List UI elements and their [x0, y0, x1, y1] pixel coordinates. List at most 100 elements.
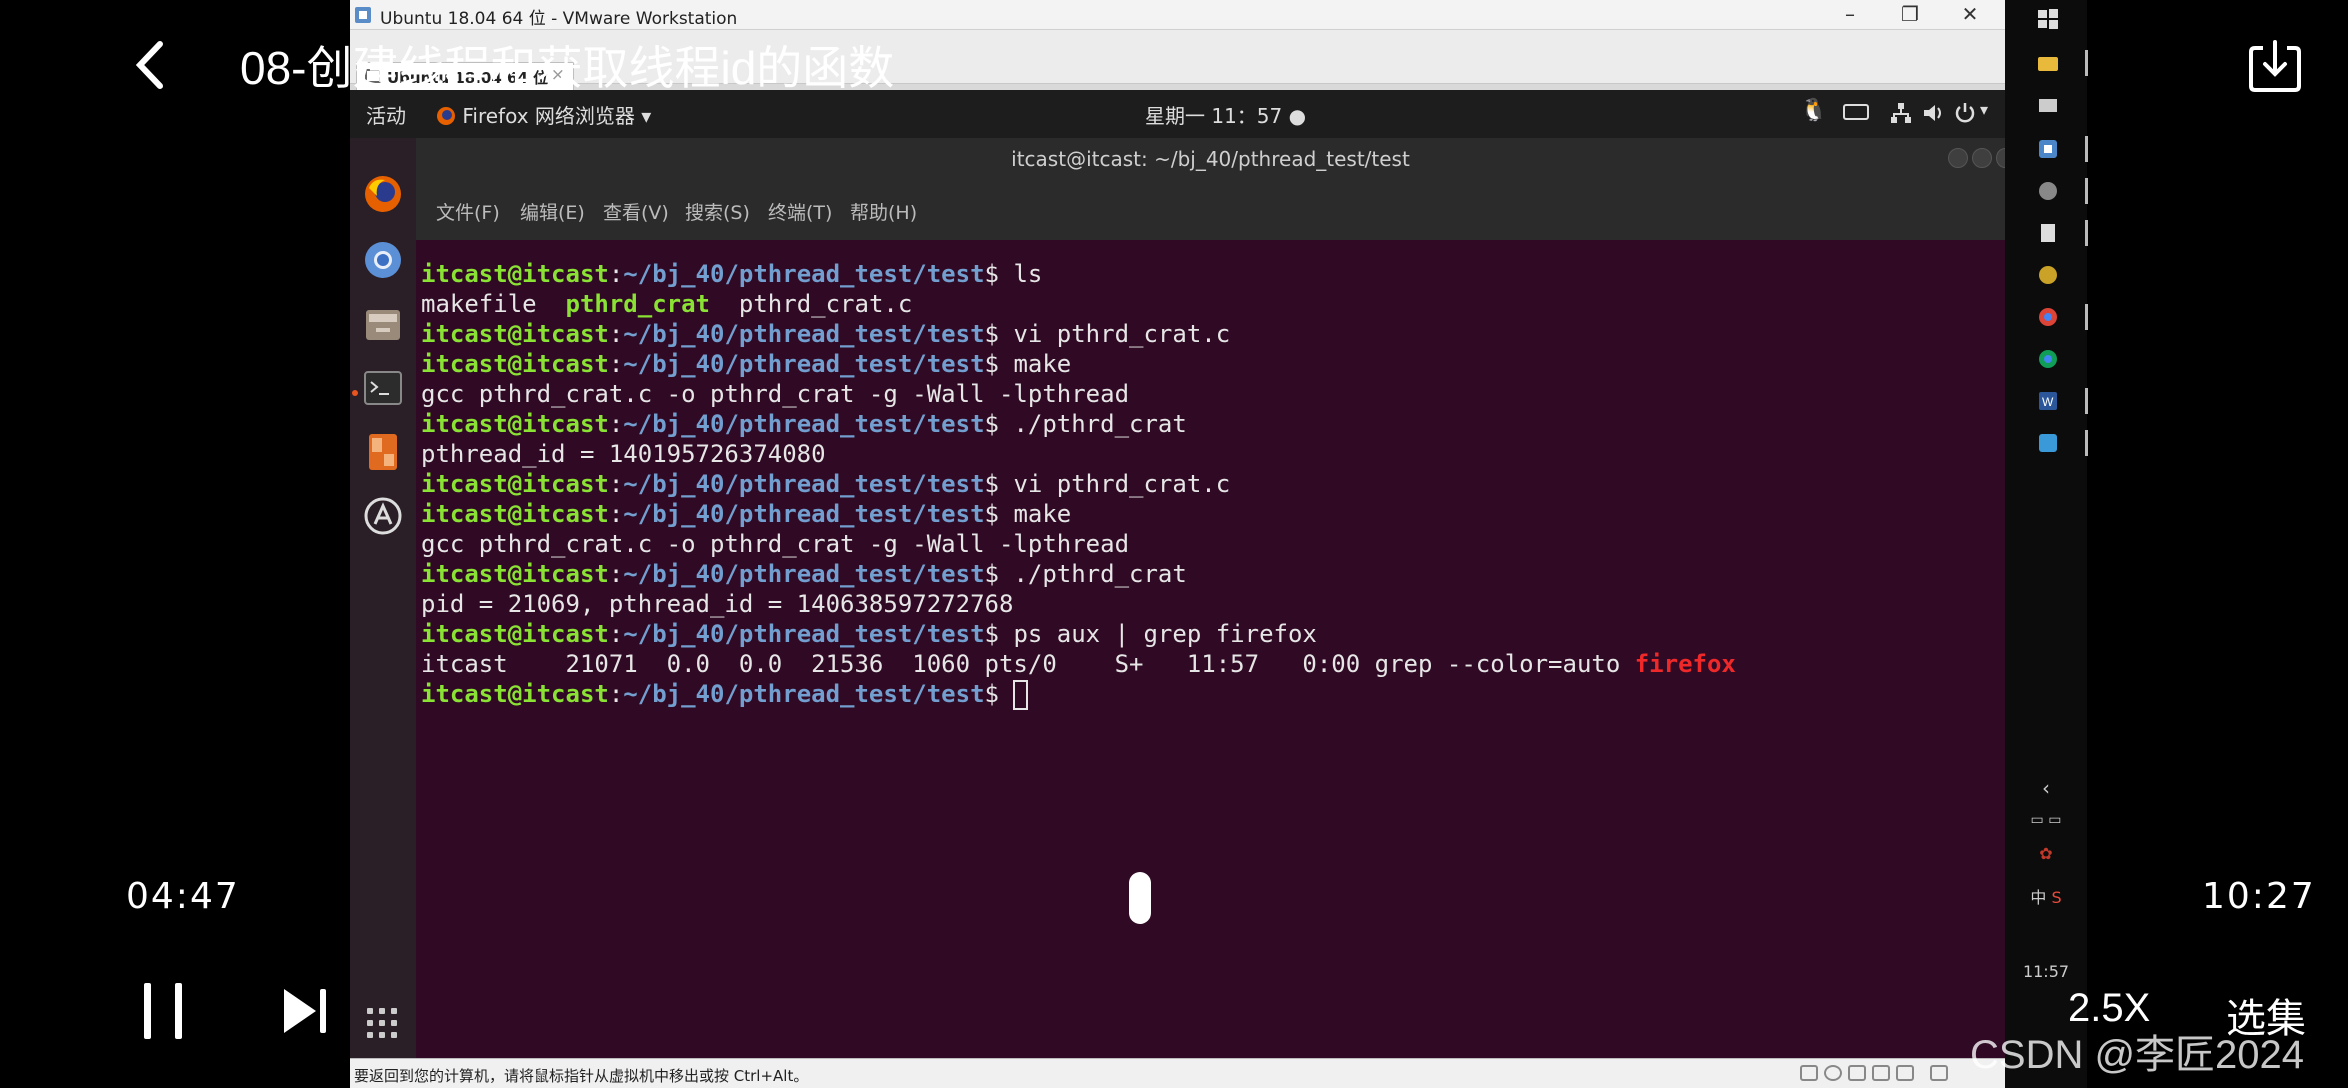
- prompt-symbol: $: [984, 470, 1014, 498]
- tray-icons[interactable]: ▭ ▭: [2005, 812, 2087, 828]
- chrome-icon[interactable]: [2037, 306, 2059, 328]
- prompt-symbol: $: [984, 320, 1014, 348]
- files-dock-icon[interactable]: [363, 304, 403, 344]
- grep-match: firefox: [1634, 650, 1736, 678]
- prompt-symbol: $: [984, 500, 1014, 528]
- menu-file[interactable]: 文件(F): [436, 198, 500, 225]
- running-indicator-icon: [352, 390, 358, 396]
- cdrom-icon[interactable]: [1824, 1065, 1842, 1081]
- windows-start-icon[interactable]: [2037, 8, 2059, 30]
- vmware-taskbar-icon[interactable]: [2037, 138, 2059, 160]
- vmware-statusbar: 要返回到您的计算机，请将鼠标指针从虚拟机中移出或按 Ctrl+Alt。: [350, 1058, 2005, 1088]
- prompt-user: itcast@itcast: [421, 620, 609, 648]
- terminal-line: itcast@itcast:~/bj_40/pthread_test/test$…: [421, 410, 2005, 440]
- terminal-line: itcast@itcast:~/bj_40/pthread_test/test$: [421, 680, 2005, 710]
- prompt-path: ~/bj_40/pthread_test/test: [623, 620, 985, 648]
- svg-text:W: W: [2042, 395, 2054, 409]
- restore-button[interactable]: ❐: [1880, 0, 1940, 30]
- terminal-window[interactable]: itcast@itcast: ~/bj_40/pthread_test/test…: [416, 138, 2014, 1058]
- terminal-output[interactable]: itcast@itcast:~/bj_40/pthread_test/test$…: [416, 240, 2005, 1058]
- firefox-small-icon: [436, 133, 437, 134]
- prompt-symbol: $: [984, 260, 1014, 288]
- keyboard-icon[interactable]: [1843, 104, 1869, 120]
- notes-icon[interactable]: [2037, 222, 2059, 244]
- executable-name: pthrd_crat: [565, 290, 711, 318]
- prompt-separator: :: [608, 260, 624, 288]
- terminal-line: itcast@itcast:~/bj_40/pthread_test/test$…: [421, 560, 2005, 590]
- screen-lock-button[interactable]: [1129, 872, 1151, 924]
- ime-indicator[interactable]: 中 S: [2005, 884, 2087, 908]
- app-icon[interactable]: [2037, 180, 2059, 202]
- clock[interactable]: 星期一 11：57 ●: [1145, 100, 1306, 129]
- paw-icon[interactable]: ✿: [2005, 844, 2087, 863]
- command-text: ls: [1013, 260, 1043, 288]
- prompt-separator: :: [608, 470, 624, 498]
- taskbar-active-indicator: [2085, 304, 2088, 330]
- printer-icon[interactable]: [1872, 1065, 1890, 1081]
- command-text: make: [1013, 500, 1072, 528]
- network-adapter-icon[interactable]: [1848, 1065, 1866, 1081]
- output-text: pthread_id = 140195726374080: [421, 440, 826, 468]
- firefox-dock-icon[interactable]: [363, 174, 403, 214]
- terminal-maximize-button[interactable]: [1972, 148, 1992, 168]
- menu-edit[interactable]: 编辑(E): [520, 198, 585, 225]
- app-menu[interactable]: Firefox 网络浏览器 ▾: [436, 100, 651, 129]
- download-icon[interactable]: [2245, 36, 2305, 96]
- tux-icon[interactable]: 🐧: [1800, 98, 1827, 123]
- taskbar-active-indicator: [2085, 50, 2088, 76]
- close-window-button[interactable]: ✕: [1940, 0, 2000, 30]
- hdd-icon[interactable]: [1800, 1065, 1818, 1081]
- file-explorer-icon[interactable]: [2037, 52, 2059, 74]
- prompt-separator: :: [608, 350, 624, 378]
- cloud-icon[interactable]: [2037, 432, 2059, 454]
- show-applications-icon[interactable]: [367, 1008, 399, 1040]
- prompt-symbol: $: [984, 680, 1014, 708]
- chevron-left-icon[interactable]: [130, 38, 170, 92]
- prompt-separator: :: [608, 560, 624, 588]
- sound-icon[interactable]: [1896, 1065, 1914, 1081]
- chromium-dock-icon[interactable]: [363, 240, 403, 280]
- prompt-path: ~/bj_40/pthread_test/test: [623, 560, 985, 588]
- output-text: itcast 21071 0.0 0.0 21536 1060 pts/0 S+…: [421, 650, 1635, 678]
- taskbar-active-indicator: [2085, 178, 2088, 204]
- power-icon[interactable]: [1954, 102, 1976, 124]
- app-menu-label: Firefox 网络浏览器 ▾: [462, 104, 652, 128]
- taskbar-clock[interactable]: 11:57: [2005, 962, 2087, 981]
- output-text: gcc pthrd_crat.c -o pthrd_crat -g -Wall …: [421, 530, 1130, 558]
- app-icon[interactable]: [2037, 264, 2059, 286]
- terminal-line: pid = 21069, pthread_id = 14063859727276…: [421, 590, 2005, 620]
- command-text: vi pthrd_crat.c: [1013, 470, 1231, 498]
- prompt-separator: :: [608, 620, 624, 648]
- menu-help[interactable]: 帮助(H): [850, 198, 917, 225]
- prompt-user: itcast@itcast: [421, 260, 609, 288]
- menu-search[interactable]: 搜索(S): [685, 198, 750, 225]
- software-updater-dock-icon[interactable]: [363, 496, 403, 536]
- chevron-left-icon[interactable]: ‹: [2005, 776, 2087, 800]
- prompt-user: itcast@itcast: [421, 560, 609, 588]
- menu-terminal[interactable]: 终端(T): [768, 198, 832, 225]
- prompt-symbol: $: [984, 620, 1014, 648]
- terminal-line: itcast@itcast:~/bj_40/pthread_test/test$…: [421, 500, 2005, 530]
- chrome-icon[interactable]: [2037, 348, 2059, 370]
- terminal-dock-icon[interactable]: [363, 368, 403, 408]
- windows-taskbar: W ‹ ▭ ▭ ✿ 中 S 11:57: [2005, 0, 2088, 1088]
- menu-view[interactable]: 查看(V): [603, 198, 669, 225]
- word-icon[interactable]: W: [2037, 390, 2059, 412]
- video-title: 08-创建线程和获取线程id的函数: [240, 42, 895, 94]
- minimize-button[interactable]: –: [1820, 0, 1880, 30]
- activities-button[interactable]: 活动: [366, 100, 406, 129]
- terminal-minimize-button[interactable]: [1948, 148, 1968, 168]
- fullscreen-icon[interactable]: [1930, 1065, 1948, 1081]
- calculator-dock-icon[interactable]: [363, 432, 403, 472]
- terminal-line: pthread_id = 140195726374080: [421, 440, 2005, 470]
- taskbar-active-indicator: [2085, 220, 2088, 246]
- screen-icon[interactable]: [2037, 96, 2059, 118]
- system-menu-chevron-icon[interactable]: ▾: [1980, 100, 1988, 119]
- file-name: makefile: [421, 290, 566, 318]
- pause-icon[interactable]: [142, 983, 184, 1039]
- skip-next-icon[interactable]: [280, 985, 330, 1037]
- terminal-line: itcast@itcast:~/bj_40/pthread_test/test$…: [421, 350, 2005, 380]
- network-icon[interactable]: [1890, 102, 1912, 124]
- volume-icon[interactable]: [1922, 102, 1946, 124]
- terminal-line: itcast@itcast:~/bj_40/pthread_test/test$…: [421, 470, 2005, 500]
